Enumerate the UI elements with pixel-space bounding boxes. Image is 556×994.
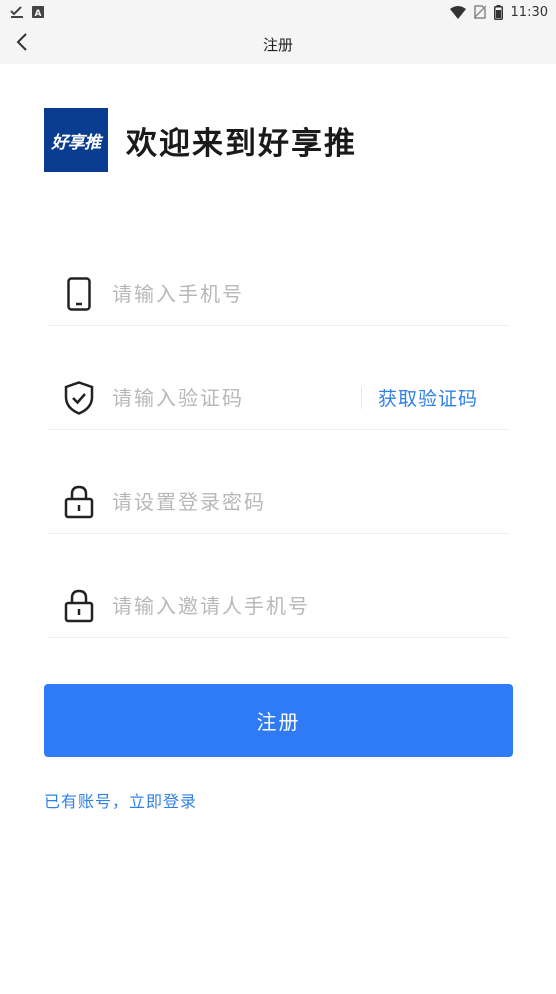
logo-text: 好享推 (51, 132, 101, 153)
password-row (48, 470, 510, 534)
wifi-icon (449, 5, 466, 19)
code-divider (361, 386, 362, 409)
status-bar: A 11:30 (0, 0, 556, 24)
code-row: 获取验证码 (48, 366, 510, 430)
welcome-title: 欢迎来到好享推 (126, 125, 357, 162)
lock-icon (62, 589, 96, 623)
register-screen: A 11:30 注册 好享推 欢迎来到好享推 请输入手机号 请输入验证码 获取验… (0, 0, 556, 994)
shield-check-icon (62, 380, 96, 415)
inviter-phone-input[interactable] (112, 593, 510, 618)
chevron-left-icon (16, 33, 28, 55)
status-time: 11:30 (510, 4, 548, 20)
phone-input[interactable] (112, 281, 510, 306)
battery-icon (493, 4, 503, 20)
nav-bar: 注册 (0, 24, 556, 64)
phone-row (48, 262, 510, 326)
app-logo: 好享推 (44, 108, 108, 172)
inviter-row (48, 574, 510, 638)
status-right: 11:30 (449, 4, 548, 20)
back-button[interactable] (8, 30, 36, 58)
brand-header: 好享推 欢迎来到好享推 (44, 108, 357, 172)
svg-text:A: A (35, 9, 42, 18)
phone-icon (62, 276, 96, 311)
status-left: A (10, 5, 44, 19)
no-sim-icon (473, 5, 486, 19)
get-code-button[interactable]: 获取验证码 (378, 384, 478, 411)
check-download-icon (10, 5, 24, 19)
password-input[interactable] (112, 489, 510, 514)
login-link[interactable]: 已有账号，立即登录 (44, 788, 197, 812)
register-button[interactable]: 注册 (44, 684, 513, 757)
code-input[interactable] (112, 385, 361, 410)
page-title: 注册 (262, 35, 293, 54)
notification-a-icon: A (32, 6, 44, 18)
lock-icon (62, 485, 96, 519)
